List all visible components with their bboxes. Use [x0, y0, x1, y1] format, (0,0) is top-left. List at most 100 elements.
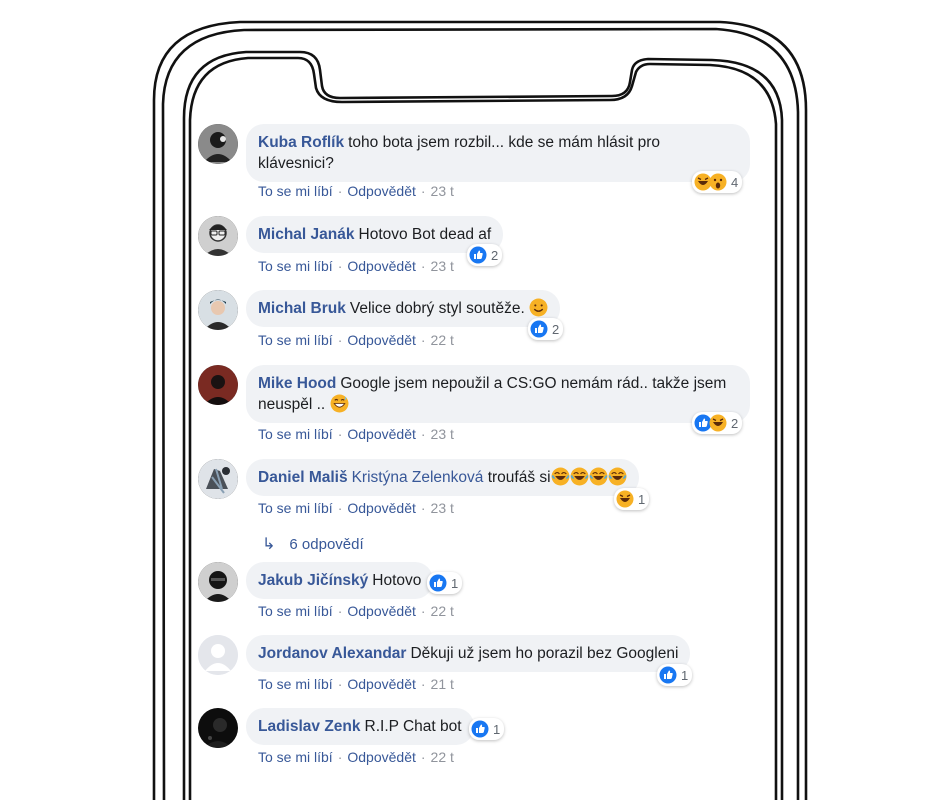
reaction-summary[interactable]: 2	[467, 244, 503, 266]
reaction-summary[interactable]: 4	[692, 171, 743, 193]
reaction-count: 2	[491, 247, 499, 263]
avatar[interactable]	[198, 365, 238, 405]
comment-author[interactable]: Jordanov Alexandar	[258, 645, 406, 662]
separator: ·	[420, 426, 426, 442]
comment-time[interactable]: 23 t	[431, 183, 454, 199]
comment-text: troufáš si	[487, 469, 551, 486]
separator: ·	[337, 183, 343, 199]
comment-author[interactable]: Ladislav Zenk	[258, 718, 361, 735]
comment-text: Děkuji už jsem ho porazil bez Googleni	[410, 645, 679, 662]
like-icon	[469, 246, 487, 264]
mention-link[interactable]: Kristýna Zelenková	[352, 469, 484, 486]
comment-actions: To se mi líbí · Odpovědět · 22 t	[258, 332, 454, 348]
separator: ·	[337, 500, 343, 516]
reply-link[interactable]: Odpovědět	[347, 258, 416, 274]
avatar[interactable]	[198, 290, 238, 330]
comment-time[interactable]: 21 t	[431, 676, 454, 692]
like-link[interactable]: To se mi líbí	[258, 676, 333, 692]
separator: ·	[337, 426, 343, 442]
reply-link[interactable]: Odpovědět	[347, 426, 416, 442]
comment-actions: To se mi líbí · Odpovědět · 21 t	[258, 676, 454, 692]
reaction-count: 2	[552, 321, 560, 337]
reply-link[interactable]: Odpovědět	[347, 332, 416, 348]
like-link[interactable]: To se mi líbí	[258, 500, 333, 516]
avatar[interactable]	[198, 459, 238, 499]
comment-time[interactable]: 22 t	[431, 332, 454, 348]
like-link[interactable]: To se mi líbí	[258, 332, 333, 348]
comment-actions: To se mi líbí · Odpovědět · 23 t	[258, 426, 454, 442]
like-icon	[471, 720, 489, 738]
reply-arrow-icon: ↳	[262, 536, 276, 553]
laughing-emoji-icon	[570, 467, 589, 486]
reply-link[interactable]: Odpovědět	[347, 500, 416, 516]
like-icon	[659, 666, 677, 684]
comment-author[interactable]: Kuba Roflík	[258, 134, 344, 151]
reaction-count: 4	[731, 174, 739, 190]
comment-text: Hotovo	[372, 572, 422, 589]
separator: ·	[420, 603, 426, 619]
separator: ·	[337, 603, 343, 619]
like-link[interactable]: To se mi líbí	[258, 426, 333, 442]
comment-time[interactable]: 22 t	[431, 603, 454, 619]
reaction-count: 1	[451, 575, 459, 591]
laughing-emoji-icon	[608, 467, 627, 486]
reaction-summary[interactable]: 1	[614, 488, 650, 510]
avatar[interactable]	[198, 562, 238, 602]
comment-actions: To se mi líbí · Odpovědět · 23 t	[258, 500, 454, 516]
separator: ·	[420, 258, 426, 274]
haha-icon	[616, 490, 634, 508]
comment-time[interactable]: 23 t	[431, 258, 454, 274]
comment-actions: To se mi líbí · Odpovědět · 23 t	[258, 258, 454, 274]
separator: ·	[420, 749, 426, 765]
reaction-count: 1	[638, 491, 646, 507]
reaction-count: 1	[493, 721, 501, 737]
comment-author[interactable]: Jakub Jičínský	[258, 572, 368, 589]
haha-icon	[709, 414, 727, 432]
avatar[interactable]	[198, 216, 238, 256]
separator: ·	[420, 332, 426, 348]
avatar[interactable]	[198, 708, 238, 748]
comment-actions: To se mi líbí · Odpovědět · 23 t	[258, 183, 454, 199]
separator: ·	[337, 258, 343, 274]
replies-count-label[interactable]: 6 odpovědí	[289, 536, 363, 553]
comment-time[interactable]: 22 t	[431, 749, 454, 765]
smile-emoji-icon	[529, 298, 548, 317]
comment-time[interactable]: 23 t	[431, 426, 454, 442]
reply-link[interactable]: Odpovědět	[347, 603, 416, 619]
separator: ·	[420, 500, 426, 516]
comment-actions: To se mi líbí · Odpovědět · 22 t	[258, 603, 454, 619]
reply-link[interactable]: Odpovědět	[347, 676, 416, 692]
reaction-summary[interactable]: 2	[528, 318, 564, 340]
laughing-emoji-icon	[589, 467, 608, 486]
comment-time[interactable]: 23 t	[431, 500, 454, 516]
like-icon	[429, 574, 447, 592]
like-link[interactable]: To se mi líbí	[258, 183, 333, 199]
comment-author[interactable]: Michal Janák	[258, 226, 355, 243]
separator: ·	[337, 749, 343, 765]
like-link[interactable]: To se mi líbí	[258, 258, 333, 274]
reaction-summary[interactable]: 1	[657, 664, 693, 686]
comment-actions: To se mi líbí · Odpovědět · 22 t	[258, 749, 454, 765]
avatar[interactable]	[198, 124, 238, 164]
comment-bubble: Jakub Jičínský Hotovo	[246, 562, 434, 599]
like-link[interactable]: To se mi líbí	[258, 749, 333, 765]
default-avatar[interactable]	[198, 635, 238, 675]
comment-bubble: Michal Janák Hotovo Bot dead af	[246, 216, 504, 253]
comment-bubble: Daniel Mališ Kristýna Zelenková troufáš s…	[246, 459, 639, 496]
like-link[interactable]: To se mi líbí	[258, 603, 333, 619]
comment-author[interactable]: Daniel Mališ	[258, 469, 348, 486]
view-replies-link[interactable]: ↳ 6 odpovědí	[262, 534, 364, 554]
like-icon	[530, 320, 548, 338]
reaction-summary[interactable]: 1	[427, 572, 463, 594]
reply-link[interactable]: Odpovědět	[347, 749, 416, 765]
reaction-summary[interactable]: 1	[469, 718, 505, 740]
comment-text: Velice dobrý styl soutěže.	[349, 300, 525, 317]
comment-bubble: Kuba Roflík toho bota jsem rozbil... kde …	[246, 124, 750, 182]
reaction-summary[interactable]: 2	[692, 412, 743, 434]
comment-text: R.I.P Chat bot	[364, 718, 462, 735]
reply-link[interactable]: Odpovědět	[347, 183, 416, 199]
comment-author[interactable]: Mike Hood	[258, 375, 336, 392]
comment-bubble: Jordanov Alexandar Děkuji už jsem ho pora…	[246, 635, 691, 672]
reaction-count: 1	[681, 667, 689, 683]
comment-author[interactable]: Michal Bruk	[258, 300, 346, 317]
